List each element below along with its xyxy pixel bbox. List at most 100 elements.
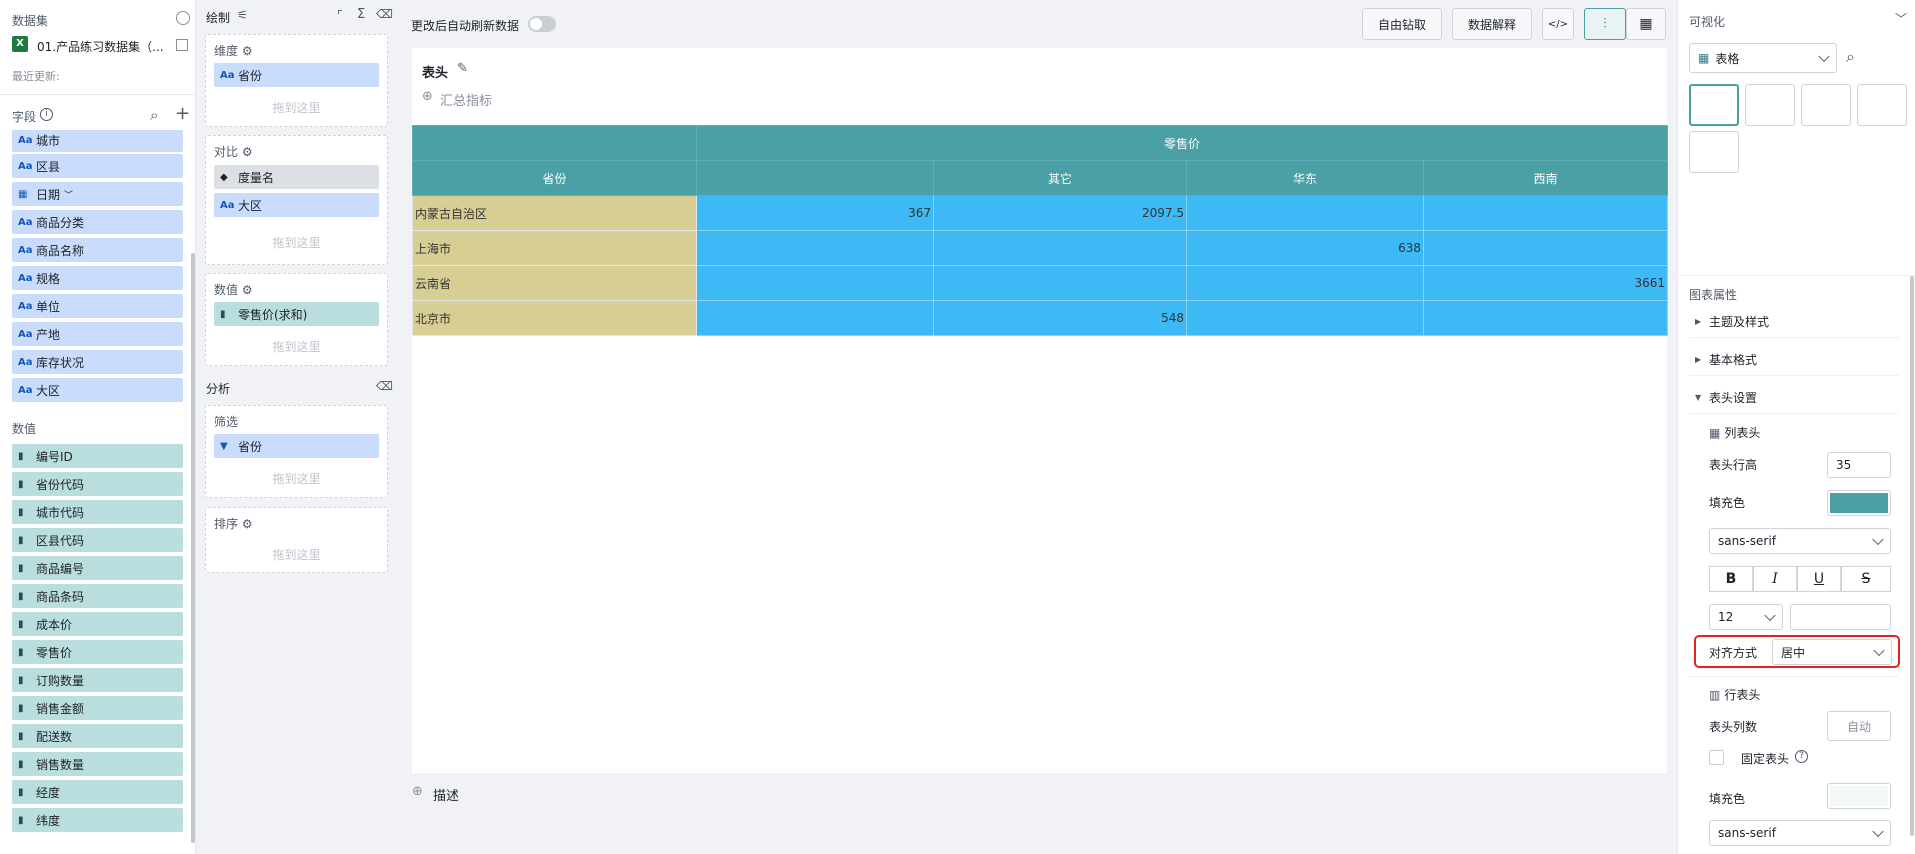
field-measure[interactable]: ▮ 成本价 (12, 612, 183, 636)
row-header[interactable]: 内蒙古自治区 (412, 195, 697, 231)
field-dimension[interactable]: Aa 商品分类 (12, 210, 183, 234)
filter-shelf[interactable]: 筛选 ▼ 省份 拖到这里 (205, 405, 388, 498)
dataset-name[interactable]: 01.产品练习数据集（... (37, 38, 164, 55)
table-cell[interactable]: 2097.5 (933, 195, 1187, 231)
column-group-header[interactable]: 零售价 (695, 125, 1669, 161)
table-cell[interactable] (1422, 195, 1669, 231)
table-cell[interactable] (1186, 265, 1424, 301)
eraser-icon[interactable]: ⌫ (376, 379, 393, 393)
plus-circle-icon[interactable]: ⊕ (422, 89, 433, 104)
table-cell[interactable] (1186, 195, 1424, 231)
field-measure[interactable]: ▮ 省份代码 (12, 472, 183, 496)
fill-color-picker[interactable] (1827, 490, 1891, 516)
table-cell[interactable]: 548 (933, 300, 1187, 336)
table-cell[interactable] (1422, 230, 1669, 266)
field-dimension[interactable]: Aa 单位 (12, 294, 183, 318)
row-header[interactable]: 云南省 (412, 265, 697, 301)
font-family2-select[interactable]: sans-serif (1709, 820, 1891, 846)
header-cols-input[interactable]: 自动 (1827, 711, 1891, 741)
table-cell[interactable]: 638 (1186, 230, 1424, 266)
chevron-down-icon[interactable]: ﹀ (1895, 10, 1907, 27)
table-cell[interactable] (696, 230, 934, 266)
field-dimension[interactable]: Aa 区县 (12, 154, 183, 178)
field-measure[interactable]: ▮ 城市代码 (12, 500, 183, 524)
help-icon[interactable]: ? (1795, 750, 1808, 763)
field-measure[interactable]: ▮ 零售价 (12, 640, 183, 664)
field-measure[interactable]: ▮ 销售金额 (12, 696, 183, 720)
underline-button[interactable]: U (1797, 566, 1841, 592)
column-header[interactable]: 华东 (1186, 160, 1424, 196)
field-dimension[interactable]: Aa 城市 (12, 130, 183, 152)
edit-icon[interactable]: ✎ (457, 61, 468, 76)
field-dimension[interactable]: Aa 库存状况 (12, 350, 183, 374)
field-dimension[interactable]: Aa 产地 (12, 322, 183, 346)
dimension-pill[interactable]: Aa 省份 (214, 63, 379, 87)
row-header[interactable]: 上海市 (412, 230, 697, 266)
field-measure[interactable]: ▮ 纬度 (12, 808, 183, 832)
sort-shelf[interactable]: 排序 ⚙ 拖到这里 (205, 507, 388, 573)
corner-icon[interactable]: ⌜ (337, 8, 343, 22)
row-header-title[interactable]: 省份 (412, 160, 697, 196)
sum-icon[interactable]: Σ (357, 7, 365, 22)
table-style-basic[interactable] (1689, 84, 1739, 126)
table-style-pivot[interactable] (1857, 84, 1907, 126)
plus-circle-icon[interactable]: ⊕ (412, 784, 423, 799)
filter-pill[interactable]: ▼ 省份 (214, 434, 379, 458)
bold-button[interactable]: B (1709, 566, 1753, 592)
auto-refresh-toggle[interactable] (528, 16, 556, 32)
settings-sliders-icon[interactable]: ⚟ (237, 8, 248, 22)
table-cell[interactable] (933, 230, 1187, 266)
viz-type-select[interactable]: ▦ 表格 (1689, 43, 1837, 73)
dimension-shelf[interactable]: 维度 ⚙ Aa 省份 拖到这里 (205, 34, 388, 127)
field-measure[interactable]: ▮ 销售数量 (12, 752, 183, 776)
add-field-icon[interactable]: + (175, 103, 190, 124)
section-basic[interactable]: ▶ 基本格式 (1689, 344, 1899, 376)
properties-scrollbar[interactable] (1910, 276, 1914, 836)
refresh-dataset-icon[interactable] (176, 11, 190, 25)
table-cell[interactable] (696, 265, 934, 301)
field-measure[interactable]: ▮ 订购数量 (12, 668, 183, 692)
section-header[interactable]: ▼ 表头设置 (1689, 382, 1899, 414)
dataset-preview-icon[interactable] (176, 39, 188, 51)
gear-icon[interactable]: ⚙ (242, 145, 253, 159)
align-select[interactable]: 居中 (1772, 639, 1892, 665)
gear-icon[interactable]: ⚙ (242, 517, 253, 531)
table-style-cross[interactable] (1689, 131, 1739, 173)
field-measure[interactable]: ▮ 经度 (12, 780, 183, 804)
describe-button[interactable]: 描述 (433, 785, 459, 804)
gear-icon[interactable]: ⚙ (242, 44, 253, 58)
free-drill-button[interactable]: 自由钻取 (1362, 8, 1442, 40)
eraser-icon[interactable]: ⌫ (376, 7, 393, 21)
chart-view-icon[interactable]: ⫶ (1584, 8, 1626, 40)
measure-name-pill[interactable]: ◆ 度量名 (214, 165, 379, 189)
region-pill[interactable]: Aa 大区 (214, 193, 379, 217)
table-cell[interactable]: 3661 (1422, 265, 1669, 301)
value-pill[interactable]: ▮ 零售价(求和) (214, 302, 379, 326)
code-button[interactable]: </> (1542, 8, 1574, 40)
field-dimension[interactable]: Aa 规格 (12, 266, 183, 290)
field-measure[interactable]: ▮ 区县代码 (12, 528, 183, 552)
column-header[interactable]: 其它 (933, 160, 1187, 196)
field-scrollbar[interactable] (191, 253, 195, 843)
table-cell[interactable] (933, 265, 1187, 301)
strikethrough-button[interactable]: S (1841, 566, 1891, 592)
gear-icon[interactable]: ⚙ (242, 283, 253, 297)
field-measure[interactable]: ▮ 商品编号 (12, 556, 183, 580)
table-view-icon[interactable]: ▦ (1626, 8, 1666, 40)
field-measure[interactable]: ▮ 编号ID (12, 444, 183, 468)
italic-button[interactable]: I (1753, 566, 1797, 592)
info-icon[interactable]: i (40, 108, 53, 121)
fill-color2-picker[interactable] (1827, 783, 1891, 809)
row-header[interactable]: 北京市 (412, 300, 697, 336)
add-summary-button[interactable]: 汇总指标 (440, 90, 492, 109)
compare-shelf[interactable]: 对比 ⚙ ◆ 度量名 Aa 大区 拖到这里 (205, 135, 388, 265)
table-cell[interactable] (1422, 300, 1669, 336)
column-header[interactable] (696, 160, 934, 196)
table-style-list[interactable] (1745, 84, 1795, 126)
header-row-height-input[interactable]: 35 (1827, 452, 1891, 478)
field-dimension[interactable]: Aa 大区 (12, 378, 183, 402)
field-measure[interactable]: ▮ 商品条码 (12, 584, 183, 608)
table-style-grid[interactable] (1801, 84, 1851, 126)
font-color-input[interactable] (1790, 604, 1891, 630)
table-cell[interactable]: 367 (696, 195, 934, 231)
